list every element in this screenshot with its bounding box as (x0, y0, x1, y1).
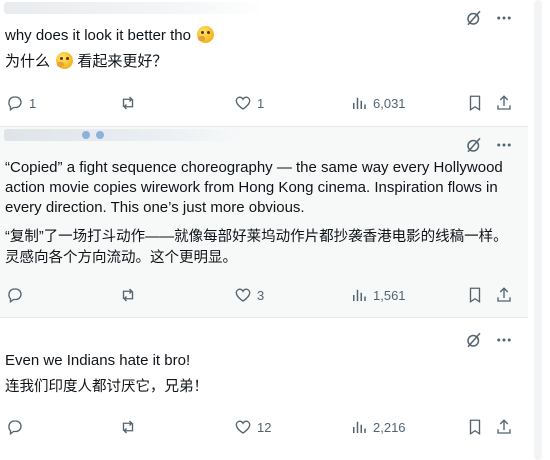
retweet-button[interactable] (119, 286, 137, 304)
views-count: 2,216 (373, 419, 406, 435)
share-button[interactable] (495, 286, 513, 304)
thinking-face-icon (56, 52, 74, 69)
tweet-translation: 连我们印度人都讨厌它，兄弟！ (5, 379, 208, 395)
reply-button[interactable]: 1 (6, 94, 36, 112)
reply-icon (8, 420, 22, 436)
bookmark-button[interactable] (466, 418, 484, 436)
reply-count: 1 (29, 95, 37, 111)
like-count: 3 (257, 287, 265, 303)
like-icon (235, 420, 251, 434)
scrollbar-thumb[interactable] (534, 0, 542, 460)
retweet-icon (122, 420, 134, 434)
like-icon (235, 96, 251, 110)
bookmark-button[interactable] (466, 94, 484, 112)
reply-feed: why does it look it better tho 为什么 看起来更好… (0, 0, 550, 460)
retweet-button[interactable] (119, 418, 137, 436)
reply-button[interactable] (6, 418, 29, 436)
views-icon (353, 421, 366, 433)
reply-icon (8, 96, 22, 112)
bookmark-icon (469, 95, 481, 112)
tweet-translation: “复制”了一场打斗动作——就像每部好莱坞动作片都抄袭香港电影的线稿一样。灵感向各… (5, 229, 508, 266)
grok-slash-icon[interactable] (464, 330, 484, 350)
reply-button[interactable] (6, 286, 29, 304)
like-count: 12 (257, 419, 272, 435)
share-button[interactable] (495, 418, 513, 436)
reply-icon (8, 288, 22, 304)
like-button[interactable]: 12 (234, 418, 271, 436)
views-icon (353, 97, 366, 109)
retweet-icon (122, 96, 134, 110)
grok-slash-icon[interactable] (464, 135, 484, 155)
views-icon (353, 289, 366, 301)
views-button[interactable]: 1,561 (350, 286, 406, 304)
views-button[interactable]: 2,216 (350, 418, 406, 436)
share-icon (497, 419, 511, 434)
share-icon (497, 287, 511, 302)
author-header-blurred (4, 129, 244, 141)
thinking-face-icon (197, 26, 215, 43)
tweet-translation: 为什么 看起来更好？ (5, 52, 168, 70)
share-button[interactable] (495, 94, 513, 112)
views-count: 1,561 (373, 287, 406, 303)
like-button[interactable]: 1 (234, 94, 264, 112)
retweet-icon (122, 288, 134, 302)
like-icon (235, 288, 251, 302)
bookmark-icon (469, 287, 481, 304)
bookmark-button[interactable] (466, 286, 484, 304)
bookmark-icon (469, 419, 481, 436)
views-count: 6,031 (373, 95, 406, 111)
grok-slash-icon[interactable] (464, 8, 484, 28)
retweet-button[interactable] (119, 94, 137, 112)
more-icon[interactable] (494, 8, 514, 28)
tweet-text: “Copied” a fight sequence choreography —… (5, 159, 507, 216)
share-icon (497, 95, 511, 110)
tweet-text: Even we Indians hate it bro! (5, 352, 191, 369)
tweet-text: why does it look it better tho (5, 26, 516, 46)
more-icon[interactable] (494, 330, 514, 350)
like-count: 1 (257, 95, 265, 111)
reply-tweet[interactable]: why does it look it better tho 为什么 看起来更好… (0, 0, 528, 126)
reply-tweet[interactable]: Even we Indians hate it bro! 连我们印度人都讨厌它，… (0, 318, 528, 460)
author-header-blurred (4, 2, 264, 14)
views-button[interactable]: 6,031 (350, 94, 406, 112)
like-button[interactable]: 3 (234, 286, 264, 304)
more-icon[interactable] (494, 135, 514, 155)
reply-tweet[interactable]: “Copied” a fight sequence choreography —… (0, 127, 528, 317)
